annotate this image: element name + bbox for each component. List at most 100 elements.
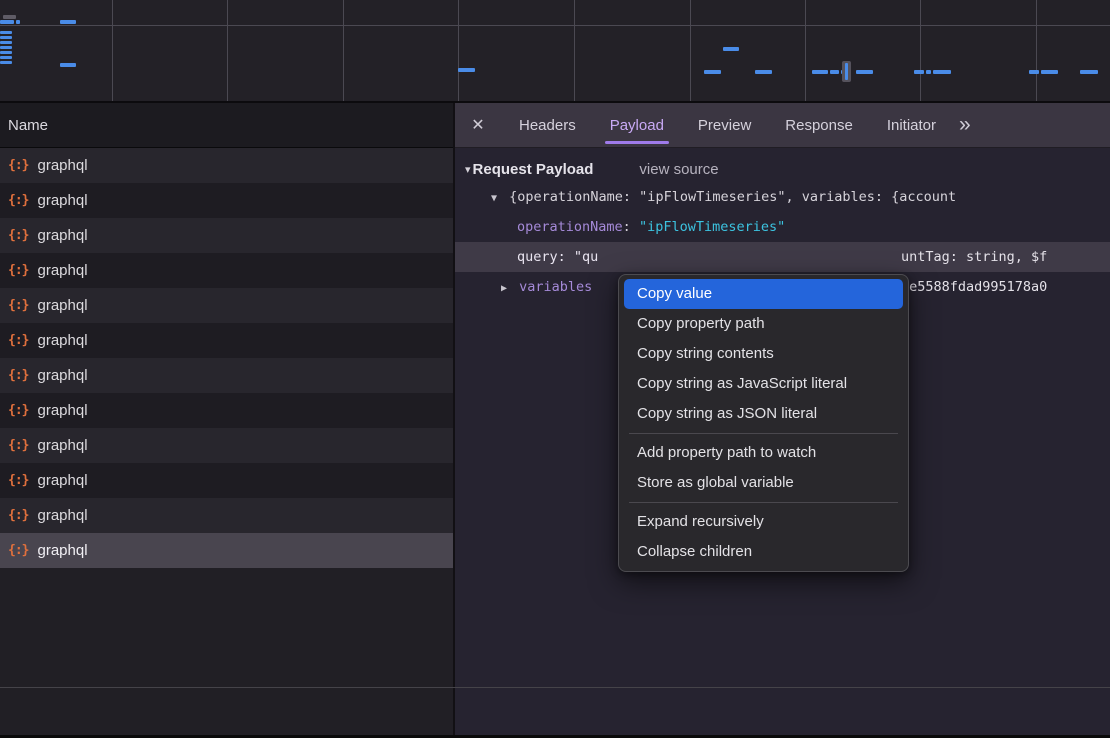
request-name: graphql	[37, 472, 87, 489]
tab-payload[interactable]: Payload	[593, 103, 681, 147]
request-name: graphql	[37, 227, 87, 244]
menu-item-copy-value[interactable]: Copy value	[624, 279, 903, 309]
menu-item-copy-string-as-json-literal[interactable]: Copy string as JSON literal	[624, 399, 903, 429]
request-row[interactable]: {:} graphql	[0, 358, 453, 393]
request-timing-bar	[914, 70, 924, 74]
tab-initiator[interactable]: Initiator	[870, 103, 953, 147]
request-row[interactable]: {:} graphql	[0, 393, 453, 428]
request-name: graphql	[37, 262, 87, 279]
tab-headers[interactable]: Headers	[502, 103, 593, 147]
gridline	[227, 0, 228, 101]
gridline	[112, 0, 113, 101]
menu-item-copy-string-contents[interactable]: Copy string contents	[624, 339, 903, 369]
gridline	[920, 0, 921, 101]
colon: :	[623, 219, 631, 235]
json-file-icon: {:}	[8, 333, 28, 348]
tab-response[interactable]: Response	[768, 103, 870, 147]
request-timing-bar	[856, 70, 873, 74]
tree-row-query[interactable]: query: "qu untTag: string, $f	[455, 242, 1110, 272]
request-timing-bar	[458, 68, 475, 72]
json-file-icon: {:}	[8, 368, 28, 383]
request-timing-bar	[723, 47, 739, 51]
json-file-icon: {:}	[8, 193, 28, 208]
menu-item-store-as-global-variable[interactable]: Store as global variable	[624, 468, 903, 498]
json-file-icon: {:}	[8, 263, 28, 278]
request-row[interactable]: {:} graphql	[0, 463, 453, 498]
view-source-link[interactable]: view source	[639, 161, 718, 178]
request-name: graphql	[37, 157, 87, 174]
tabs-container: HeadersPayloadPreviewResponseInitiator	[502, 103, 953, 147]
property-value: "ipFlowTimeseries"	[639, 219, 785, 235]
menu-item-copy-string-as-javascript-literal[interactable]: Copy string as JavaScript literal	[624, 369, 903, 399]
json-file-icon: {:}	[8, 228, 28, 243]
json-file-icon: {:}	[8, 473, 28, 488]
gridline	[574, 0, 575, 101]
property-key: variables	[519, 279, 592, 295]
more-tabs-icon[interactable]: »	[959, 113, 971, 137]
tab-preview[interactable]: Preview	[681, 103, 768, 147]
request-timing-bar	[0, 61, 12, 64]
menu-item-expand-recursively[interactable]: Expand recursively	[624, 507, 903, 537]
gridline	[343, 0, 344, 101]
json-file-icon: {:}	[8, 543, 28, 558]
request-timing-bar	[0, 51, 12, 54]
gridline	[690, 0, 691, 101]
request-timing-bar	[60, 63, 76, 67]
request-row[interactable]: {:}graphql	[0, 323, 453, 358]
request-row[interactable]: {:}graphql	[0, 498, 453, 533]
json-file-icon: {:}	[8, 403, 28, 418]
tree-row-operationname[interactable]: operationName: "ipFlowTimeseries"	[455, 212, 1110, 242]
request-name: graphql	[37, 367, 87, 384]
tree-row-root[interactable]: ▼ {operationName: "ipFlowTimeseries", va…	[455, 182, 1110, 212]
request-row[interactable]: {:}graphql	[0, 288, 453, 323]
request-name: graphql	[37, 192, 87, 209]
menu-item-collapse-children[interactable]: Collapse children	[624, 537, 903, 567]
request-timing-bar	[0, 36, 12, 39]
request-timing-bar	[3, 15, 16, 19]
request-timing-bar	[1080, 70, 1098, 74]
devtools-network-window: Name {:} graphql {:} graphql {:} graphql {:} gr…	[0, 0, 1110, 738]
requests-panel: Name {:} graphql {:} graphql {:} graphql {:} gr…	[0, 103, 455, 735]
property-key: query	[517, 249, 558, 265]
network-overview-timeline[interactable]	[0, 0, 1110, 103]
colon: :	[558, 249, 566, 265]
section-collapse-icon[interactable]: ▾	[465, 163, 471, 176]
request-row[interactable]: {:}graphql	[0, 148, 453, 183]
request-timing-bar	[812, 70, 828, 74]
menu-separator	[629, 502, 898, 503]
property-value-right: ee5588fdad995178a0	[901, 272, 1047, 302]
menu-item-add-property-path-to-watch[interactable]: Add property path to watch	[624, 438, 903, 468]
network-main-split: Name {:} graphql {:} graphql {:} graphql {:} gr…	[0, 103, 1110, 735]
json-file-icon: {:}	[8, 438, 28, 453]
property-key: operationName	[517, 219, 623, 235]
request-timing-bar	[0, 20, 14, 24]
collapsed-triangle-icon[interactable]: ▶	[501, 274, 511, 304]
property-value-right: untTag: string, $f	[901, 242, 1047, 272]
expanded-triangle-icon[interactable]: ▼	[491, 184, 501, 214]
context-menu: Copy valueCopy property pathCopy string …	[618, 274, 909, 572]
menu-separator	[629, 433, 898, 434]
request-row[interactable]: {:} graphql	[0, 218, 453, 253]
request-row[interactable]: {:} graphql	[0, 183, 453, 218]
summary-divider	[0, 687, 1110, 688]
request-timing-bar	[16, 20, 20, 24]
request-row[interactable]: {:}graphql	[0, 428, 453, 463]
gridline	[805, 0, 806, 101]
request-timing-bar	[704, 70, 721, 74]
request-timing-bar	[1041, 70, 1058, 74]
request-row[interactable]: {:}graphql	[0, 533, 453, 568]
menu-item-copy-property-path[interactable]: Copy property path	[624, 309, 903, 339]
request-name: graphql	[37, 402, 87, 419]
request-timing-bar	[933, 70, 951, 74]
request-timing-bar	[830, 70, 839, 74]
root-preview-text: {operationName: "ipFlowTimeseries", vari…	[509, 189, 956, 205]
name-column-header[interactable]: Name	[0, 103, 453, 148]
request-payload-header: ▾ Request Payload view source	[455, 148, 1110, 182]
request-timing-bar	[0, 46, 12, 49]
request-timing-bar	[0, 56, 12, 59]
close-icon[interactable]: ✕	[468, 115, 488, 135]
name-column-label: Name	[8, 117, 48, 134]
gridline	[1036, 0, 1037, 101]
request-timing-bar	[845, 63, 848, 80]
request-row[interactable]: {:} graphql	[0, 253, 453, 288]
